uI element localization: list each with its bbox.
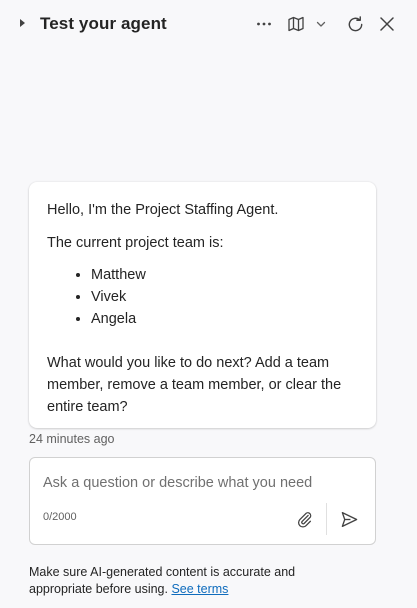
chevron-down-icon [316,21,326,27]
character-count: 0/2000 [43,511,77,523]
disclaimer-text: Make sure AI-generated content is accura… [29,565,296,596]
agent-message-bubble: Hello, I'm the Project Staffing Agent. T… [29,182,376,428]
message-timestamp: 24 minutes ago [29,432,115,446]
see-terms-link[interactable]: See terms [171,582,228,596]
team-intro-text: The current project team is: [47,235,224,251]
close-icon [380,17,394,31]
team-member-item: Vivek [91,286,358,308]
attach-icon [297,512,312,528]
map-button[interactable] [285,13,307,35]
refresh-icon [348,15,362,31]
attach-button[interactable] [293,507,317,531]
composer-divider [326,503,327,535]
more-options-button[interactable] [253,13,275,35]
chevron-right-icon[interactable] [20,19,25,27]
send-button[interactable] [337,507,361,531]
map-dropdown-button[interactable] [312,13,330,35]
close-button[interactable] [376,13,398,35]
team-list: Matthew Vivek Angela [47,264,358,330]
message-composer: 0/2000 [29,457,376,545]
question-text: What would you like to do next? Add a te… [47,355,342,415]
map-icon [288,16,304,32]
team-member-item: Matthew [91,264,358,286]
more-icon [257,22,271,26]
ai-disclaimer: Make sure AI-generated content is accura… [29,564,359,598]
panel-title: Test your agent [40,14,167,33]
panel-header: Test your agent [0,0,417,50]
team-member-item: Angela [91,308,358,330]
send-icon [341,511,357,527]
greeting-text: Hello, I'm the Project Staffing Agent. [47,202,279,218]
question-input[interactable] [43,475,353,491]
refresh-button[interactable] [344,13,366,35]
